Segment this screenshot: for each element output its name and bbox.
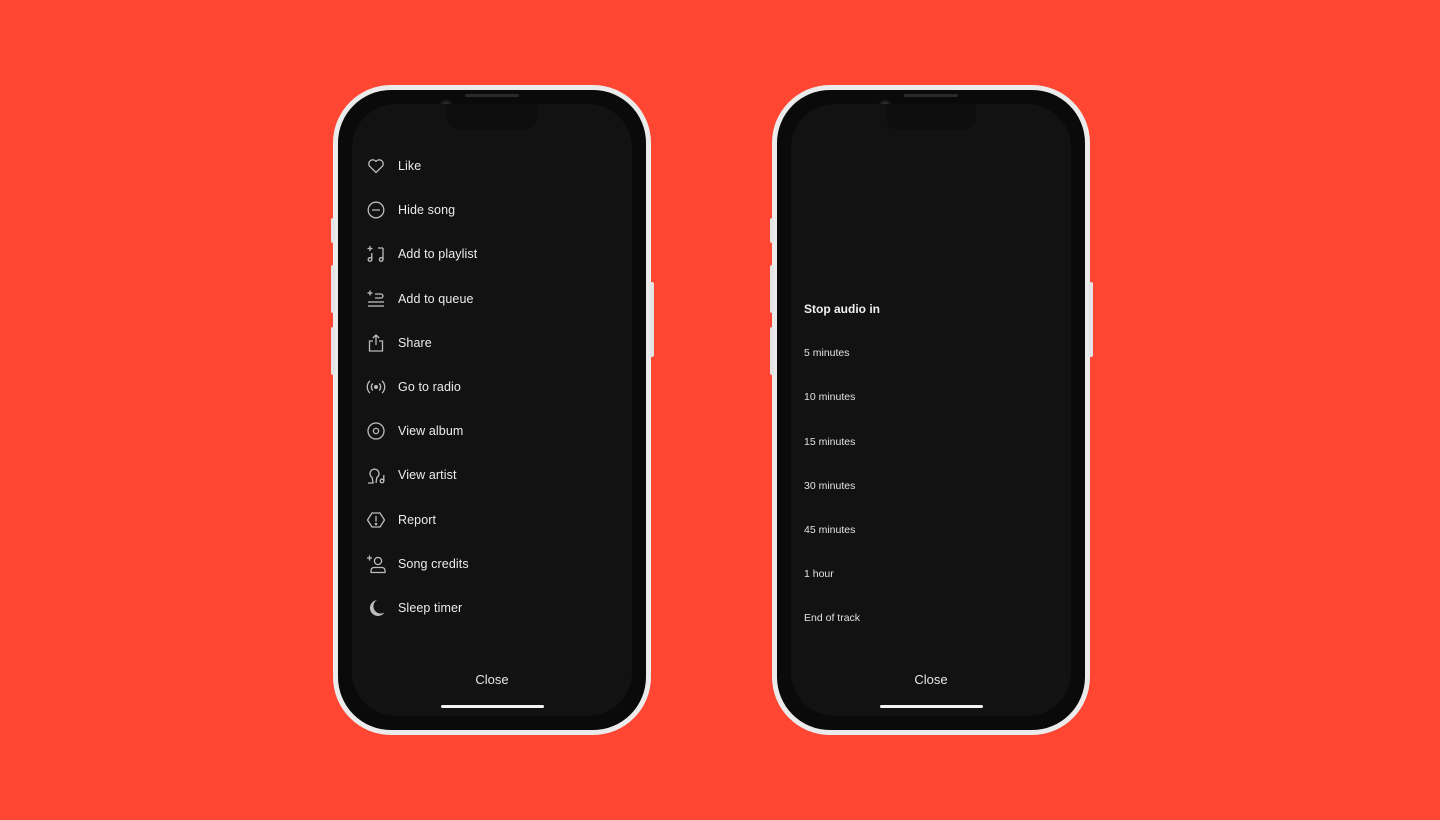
mute-switch	[331, 218, 335, 243]
add-to-queue-icon	[366, 289, 386, 309]
earpiece-speaker	[465, 94, 519, 97]
phone-screen: Stop audio in 5 minutes 10 minutes 15 mi…	[791, 104, 1071, 716]
home-indicator[interactable]	[880, 705, 983, 708]
menu-item-label: Add to playlist	[398, 247, 478, 262]
notch	[447, 104, 537, 130]
menu-item-sleep-timer[interactable]: Sleep timer	[366, 586, 632, 630]
menu-item-add-to-playlist[interactable]: Add to playlist	[366, 232, 632, 276]
notch	[886, 104, 976, 130]
menu-item-add-to-queue[interactable]: Add to queue	[366, 277, 632, 321]
song-context-menu: Like Hide song Add to playlist Add to qu…	[366, 144, 632, 630]
timer-option-end-of-track[interactable]: End of track	[804, 608, 1071, 652]
volume-down-button	[331, 327, 335, 375]
close-button[interactable]: Close	[791, 672, 1071, 687]
home-indicator[interactable]	[441, 705, 544, 708]
power-button	[1089, 282, 1093, 357]
timer-option-45-minutes[interactable]: 45 minutes	[804, 520, 1071, 564]
volume-up-button	[331, 265, 335, 313]
heart-icon	[366, 156, 386, 176]
artist-icon	[366, 465, 386, 485]
menu-item-label: Like	[398, 159, 422, 174]
earpiece-speaker	[904, 94, 958, 97]
menu-item-label: Share	[398, 335, 432, 350]
menu-item-label: Hide song	[398, 203, 456, 218]
share-icon	[366, 333, 386, 353]
timer-option-10-minutes[interactable]: 10 minutes	[804, 387, 1071, 431]
add-to-playlist-icon	[366, 244, 386, 264]
album-icon	[366, 421, 386, 441]
menu-item-go-to-radio[interactable]: Go to radio	[366, 365, 632, 409]
phone-screen: Like Hide song Add to playlist Add to qu…	[352, 104, 632, 716]
minus-circle-icon	[366, 200, 386, 220]
phone-mockup-context-menu: Like Hide song Add to playlist Add to qu…	[331, 85, 654, 735]
volume-up-button	[770, 265, 774, 313]
phone-mockup-sleep-timer: Stop audio in 5 minutes 10 minutes 15 mi…	[770, 85, 1093, 735]
sleep-timer-title: Stop audio in	[804, 302, 880, 316]
timer-option-30-minutes[interactable]: 30 minutes	[804, 476, 1071, 520]
menu-item-like[interactable]: Like	[366, 144, 632, 188]
volume-down-button	[770, 327, 774, 375]
radio-icon	[366, 377, 386, 397]
menu-item-label: Go to radio	[398, 380, 461, 395]
menu-item-view-artist[interactable]: View artist	[366, 453, 632, 497]
timer-option-15-minutes[interactable]: 15 minutes	[804, 432, 1071, 476]
menu-item-label: Add to queue	[398, 291, 474, 306]
phone-bezel: Like Hide song Add to playlist Add to qu…	[338, 90, 646, 730]
menu-item-hide-song[interactable]: Hide song	[366, 188, 632, 232]
menu-item-label: View artist	[398, 468, 457, 483]
menu-item-share[interactable]: Share	[366, 321, 632, 365]
menu-item-label: Song credits	[398, 556, 469, 571]
phone-bezel: Stop audio in 5 minutes 10 minutes 15 mi…	[777, 90, 1085, 730]
menu-item-label: Sleep timer	[398, 600, 463, 615]
timer-option-5-minutes[interactable]: 5 minutes	[804, 343, 1071, 387]
menu-item-report[interactable]: Report	[366, 498, 632, 542]
sleep-timer-menu: Stop audio in 5 minutes 10 minutes 15 mi…	[804, 299, 1071, 653]
power-button	[650, 282, 654, 357]
close-button[interactable]: Close	[352, 672, 632, 687]
timer-option-1-hour[interactable]: 1 hour	[804, 564, 1071, 608]
menu-item-label: View album	[398, 424, 464, 439]
menu-item-view-album[interactable]: View album	[366, 409, 632, 453]
menu-item-label: Report	[398, 512, 437, 527]
song-credits-icon	[366, 554, 386, 574]
mute-switch	[770, 218, 774, 243]
moon-icon	[366, 598, 386, 618]
report-icon	[366, 510, 386, 530]
menu-item-song-credits[interactable]: Song credits	[366, 542, 632, 586]
